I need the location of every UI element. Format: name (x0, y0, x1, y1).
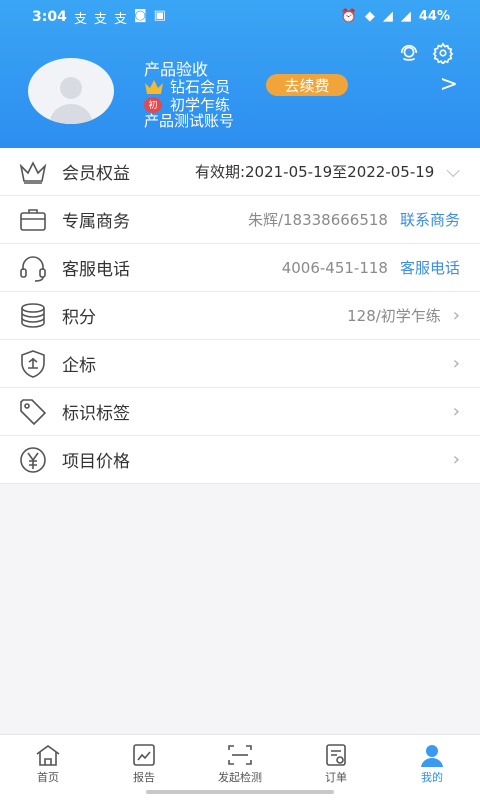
chevron-right-icon[interactable]: › (453, 449, 460, 470)
enterprise-shield-icon (16, 348, 50, 380)
tab-mine-label: 我的 (421, 771, 443, 784)
tab-report-label: 报告 (133, 771, 155, 784)
chevron-right-icon[interactable]: › (453, 401, 460, 422)
tab-home[interactable]: 首页 (0, 735, 96, 800)
coins-icon (16, 300, 50, 332)
camera-icon: ◙ (134, 8, 147, 23)
alipay-icon: 支 (74, 12, 88, 27)
user-placeholder-icon (49, 77, 93, 124)
tags-title: 标识标签 (62, 404, 130, 424)
contact-business-link[interactable]: 联系商务 (400, 209, 460, 230)
pricing-title: 项目价格 (62, 452, 130, 472)
signal-icon: ◢ (382, 9, 393, 24)
points-value: 128/初学乍练 (347, 307, 441, 325)
alipay-icon: 支 (114, 12, 128, 27)
business-title: 专属商务 (62, 212, 130, 232)
signal-icon: ◢ (400, 9, 411, 24)
avatar[interactable] (28, 58, 114, 124)
profile-arrow-icon[interactable]: > (440, 72, 458, 97)
tab-mine[interactable]: 我的 (384, 735, 480, 800)
membership-row[interactable]: 会员权益 有效期:2021-05-19至2022-05-19 ⌵ (0, 148, 480, 196)
tags-row[interactable]: 标识标签 › (0, 388, 480, 436)
home-indicator[interactable] (146, 790, 334, 794)
crown-icon (145, 79, 163, 94)
notification-icons: 支 支 支 ◙ ▣ (74, 8, 166, 27)
report-icon (133, 744, 155, 766)
points-row[interactable]: 积分 128/初学乍练 › (0, 292, 480, 340)
order-icon (326, 744, 346, 766)
header-actions (398, 42, 454, 68)
status-right: ⏰ ◆ ◢ ◢ 44% (341, 9, 450, 24)
profile-menu-list: 会员权益 有效期:2021-05-19至2022-05-19 ⌵ 专属商务 朱辉… (0, 148, 480, 484)
headset-icon (16, 252, 50, 284)
home-icon (36, 745, 60, 766)
settings-icon[interactable] (432, 42, 454, 68)
membership-title: 会员权益 (62, 164, 130, 184)
service-phone-link[interactable]: 客服电话 (400, 257, 460, 278)
profile-header: 3:04 支 支 支 ◙ ▣ ⏰ ◆ ◢ ◢ 44% 产品验收 钻石会员 去续费… (0, 0, 480, 148)
service-title: 客服电话 (62, 260, 130, 280)
business-row[interactable]: 专属商务 朱辉/18338666518 联系商务 (0, 196, 480, 244)
user-icon (421, 745, 443, 767)
tab-orders-label: 订单 (325, 771, 347, 784)
business-contact: 朱辉/18338666518 (247, 211, 388, 229)
chevron-right-icon[interactable]: › (453, 353, 460, 374)
alipay-icon: 支 (94, 12, 108, 27)
customer-service-icon[interactable] (398, 42, 420, 68)
enterprise-title: 企标 (62, 356, 96, 376)
alarm-icon: ⏰ (340, 9, 357, 24)
status-time: 3:04 (32, 9, 67, 25)
status-bar: 3:04 支 支 支 ◙ ▣ ⏰ ◆ ◢ ◢ 44% (0, 0, 480, 34)
yuan-icon (16, 444, 50, 476)
membership-validity: 有效期:2021-05-19至2022-05-19 (194, 163, 435, 181)
account-label: 产品测试账号 (144, 112, 235, 130)
chevron-right-icon[interactable]: › (453, 305, 460, 326)
briefcase-icon (16, 204, 50, 236)
chevron-down-icon[interactable]: ⌵ (446, 161, 460, 182)
membership-crown-icon (16, 156, 50, 188)
wifi-icon: ◆ (364, 9, 375, 24)
service-row[interactable]: 客服电话 4006-451-118 客服电话 (0, 244, 480, 292)
tab-home-label: 首页 (37, 771, 59, 784)
renew-button[interactable]: 去续费 (266, 74, 348, 96)
enterprise-row[interactable]: 企标 › (0, 340, 480, 388)
battery-level: 44% (418, 9, 450, 24)
image-icon: ▣ (153, 8, 166, 23)
scan-icon (228, 745, 252, 765)
pricing-row[interactable]: 项目价格 › (0, 436, 480, 484)
tab-detect-label: 发起检测 (218, 771, 262, 784)
service-phone: 4006-451-118 (281, 258, 388, 277)
points-title: 积分 (62, 308, 96, 328)
tag-icon (16, 396, 50, 428)
